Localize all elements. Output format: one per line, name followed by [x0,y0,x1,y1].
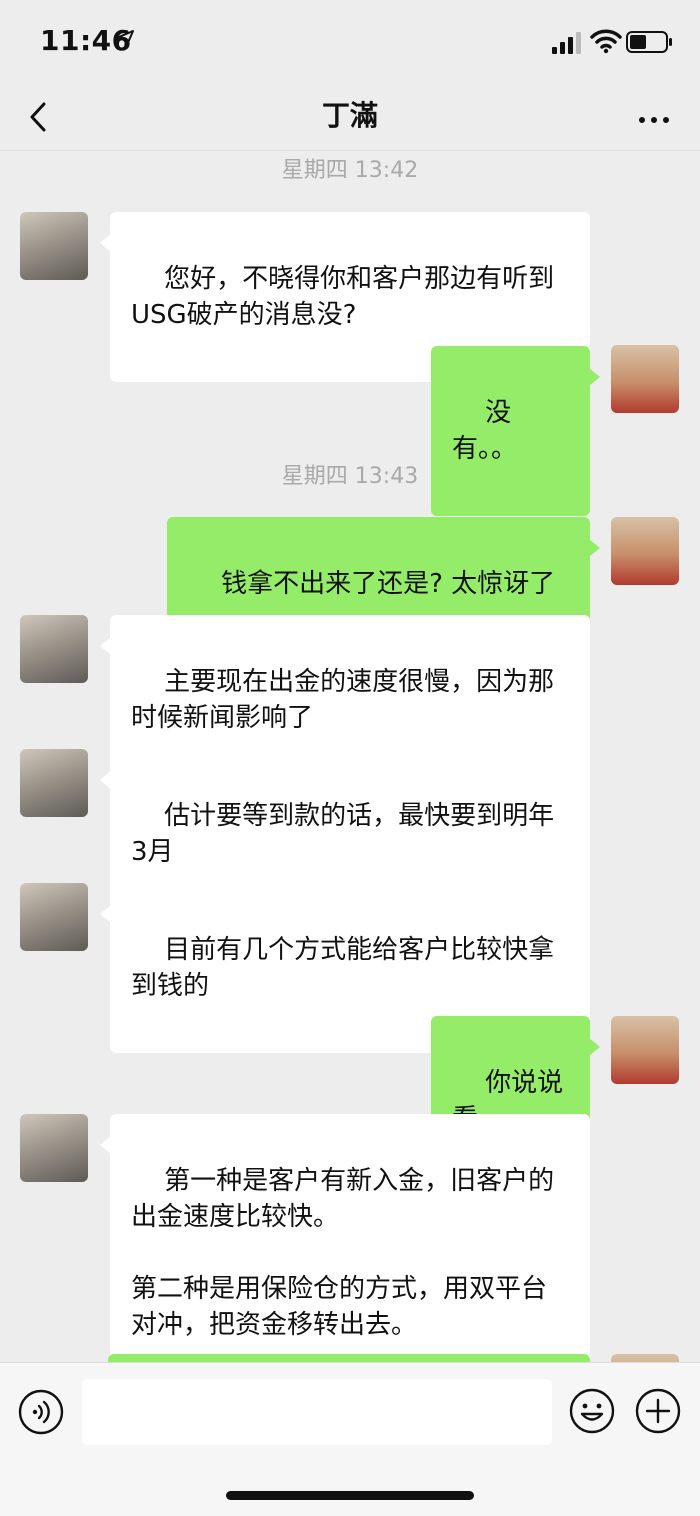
location-arrow-icon [118,30,134,46]
self-avatar[interactable] [611,517,679,585]
status-bar: 11:46 [0,0,700,84]
message-text: 第一种是客户有新入金，旧客户的出金速度比较快。 第二种是用保险仓的方式，用双平台… [131,1166,555,1340]
input-bar [0,1362,700,1516]
home-indicator[interactable] [226,1491,474,1500]
contact-avatar[interactable] [20,1114,88,1182]
message-text: 没有。。 [452,398,518,464]
contact-avatar[interactable] [20,212,88,280]
message-text: 钱拿不出来了还是? 太惊讶了 [221,569,556,599]
more-icon[interactable] [630,94,678,134]
message-outgoing-partial[interactable] [108,1354,590,1362]
nav-bar: 丁滿 [0,84,700,151]
contact-avatar[interactable] [20,615,88,683]
message-incoming[interactable]: 第一种是客户有新入金，旧客户的出金速度比较快。 第二种是用保险仓的方式，用双平台… [100,1114,590,1362]
signal-icon [552,32,581,54]
timestamp: 星期四 13:43 [281,464,419,489]
message-text: 您好，不晓得你和客户那边有听到USG破产的消息没? [131,264,555,330]
message-outgoing[interactable]: 没有。。 [431,346,600,516]
contact-avatar[interactable] [20,883,88,951]
plus-icon[interactable] [634,1387,682,1435]
wifi-icon [590,29,622,54]
message-text: 目前有几个方式能给客户比较快拿到钱的 [131,935,555,1001]
battery-icon [626,31,672,53]
self-avatar[interactable] [611,1354,679,1362]
chat-title: 丁滿 [321,99,378,132]
contact-avatar[interactable] [20,749,88,817]
message-input[interactable] [82,1379,552,1445]
timestamp: 星期四 13:42 [281,158,419,183]
chat-area[interactable]: 星期四 13:42 您好，不晓得你和客户那边有听到USG破产的消息没? 没有。。… [0,150,700,1362]
voice-icon[interactable] [18,1389,64,1435]
message-text: 估计要等到款的话，最快要到明年3月 [131,801,555,867]
message-text: 主要现在出金的速度很慢，因为那时候新闻影响了 [131,667,555,733]
self-avatar[interactable] [611,1016,679,1084]
emoji-icon[interactable] [568,1387,616,1435]
self-avatar[interactable] [611,345,679,413]
